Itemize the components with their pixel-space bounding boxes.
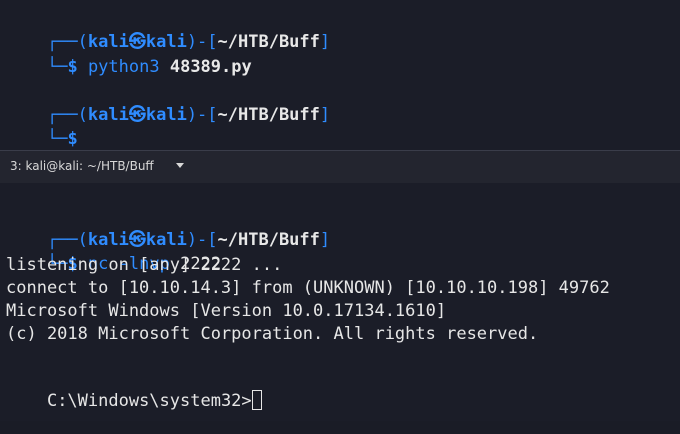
prompt-dollar: $	[67, 129, 78, 149]
prompt-dollar: $	[67, 57, 78, 77]
command-line: └─$ nc -lnvp 2222	[6, 231, 221, 274]
prompt-user: kali	[87, 105, 129, 125]
windows-prompt-line: C:\Windows\system32>	[6, 368, 262, 411]
command-argument: 48389.py	[169, 57, 252, 77]
prompt-header-line: ┌──(kali㉿kali)-[~/HTB/Buff]	[6, 82, 330, 125]
output-line: Microsoft Windows [Version 10.0.17134.16…	[6, 301, 447, 321]
prompt-corner: └─	[46, 57, 68, 77]
prompt-corner: └─	[46, 129, 68, 149]
prompt-header-line: ┌──(kali㉿kali)-[~/HTB/Buff]	[6, 207, 330, 250]
prompt-bracket: ]	[319, 105, 331, 125]
prompt-bracket: ]	[319, 32, 331, 52]
terminal-pane-bottom[interactable]: ┌──(kali㉿kali)-[~/HTB/Buff] └─$ nc -lnvp…	[0, 183, 680, 421]
command-line: └─$ python3 48389.py	[6, 34, 252, 77]
terminal-pane-top[interactable]: ┌──(kali㉿kali)-[~/HTB/Buff] └─$ python3 …	[0, 0, 680, 151]
chevron-down-icon[interactable]	[176, 163, 184, 168]
command-line: └─$	[6, 106, 78, 149]
terminal-cursor[interactable]	[251, 390, 262, 410]
prompt-header-line: ┌──(kali㉿kali)-[~/HTB/Buff]	[6, 9, 330, 52]
prompt-path: ~/HTB/Buff	[217, 105, 320, 125]
terminal-tab-bar: 3: kali@kali: ~/HTB/Buff	[0, 151, 680, 184]
kali-skull-icon: ㉿	[128, 105, 146, 125]
prompt-bracket: ]	[319, 230, 331, 250]
prompt-path: ~/HTB/Buff	[217, 230, 320, 250]
prompt-host: kali	[145, 105, 187, 125]
prompt-separator: )-[	[186, 105, 218, 125]
windows-prompt: C:\Windows\system32>	[46, 391, 252, 411]
terminal-tab-title[interactable]: 3: kali@kali: ~/HTB/Buff	[10, 159, 154, 173]
output-line: (c) 2018 Microsoft Corporation. All righ…	[6, 324, 539, 344]
output-line: listening on [any] 2222 ...	[6, 255, 283, 275]
command-program: python3	[87, 57, 160, 77]
output-line: connect to [10.10.14.3] from (UNKNOWN) […	[6, 278, 610, 298]
